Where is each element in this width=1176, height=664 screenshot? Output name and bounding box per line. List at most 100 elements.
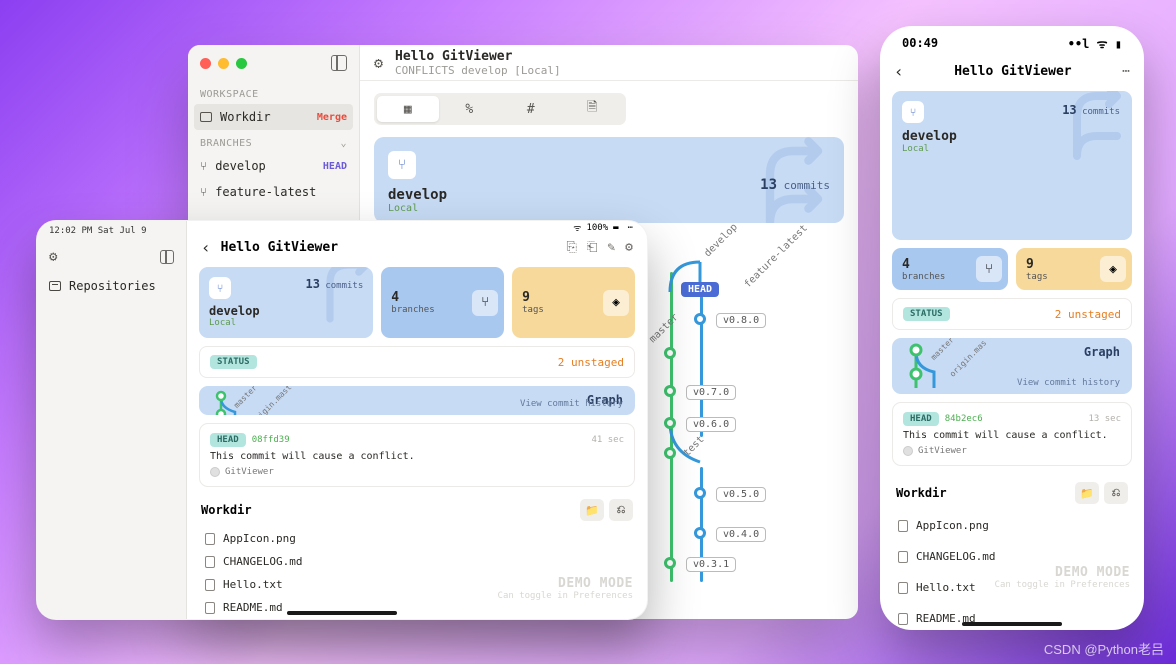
avatar-icon — [903, 446, 913, 456]
commit-message: This commit will cause a conflict. — [903, 430, 1121, 441]
tag[interactable]: v0.5.0 — [716, 487, 766, 502]
commit-card[interactable]: HEAD 84b2ec6 13 sec This commit will cau… — [892, 402, 1132, 466]
file-row[interactable]: README.md — [892, 607, 1132, 630]
graph-card[interactable]: master origin.mast Graph View commit his… — [199, 386, 635, 415]
sidebar-item-repositories[interactable]: Repositories — [37, 273, 186, 299]
file-icon — [898, 613, 908, 625]
sidebar-item-workdir[interactable]: Workdir Merge — [194, 104, 353, 130]
iphone-status-bar: 00:49 ••l ᯤ ▮ — [880, 26, 1144, 60]
status-pill: STATUS — [903, 307, 950, 321]
status-icons: ••l ᯤ ▮ — [1068, 35, 1122, 52]
develop-card[interactable]: ⑂ develop Local 13 commits — [892, 91, 1132, 240]
iphone-header: ‹ Hello GitViewer ⋯ — [880, 60, 1144, 91]
minimize-icon[interactable] — [218, 58, 229, 69]
more-icon[interactable]: ⋯ — [628, 223, 633, 233]
file-icon — [205, 556, 215, 568]
file-icon — [898, 520, 908, 532]
file-row[interactable]: AppIcon.png — [187, 527, 647, 550]
tag[interactable]: v0.6.0 — [686, 417, 736, 432]
app-subtitle: CONFLICTS develop [Local] — [395, 64, 561, 77]
branches-section[interactable]: BRANCHES ⌄ — [188, 130, 359, 153]
app-title: Hello GitViewer — [395, 49, 561, 64]
page-title: Hello GitViewer — [221, 240, 557, 255]
close-icon[interactable] — [200, 58, 211, 69]
gear-icon[interactable]: ⚙︎ — [625, 240, 633, 255]
diff-icon[interactable]: ⎌ — [1104, 482, 1128, 504]
folder-icon[interactable]: 📁 — [1075, 482, 1099, 504]
commit-author: GitViewer — [210, 467, 624, 477]
commit-count: 13 commits — [760, 177, 830, 193]
tag[interactable]: v0.3.1 — [686, 557, 736, 572]
graph-title: Graph — [1084, 345, 1120, 359]
tags-card[interactable]: 9 tags ◈ — [512, 267, 635, 338]
iphone-window: 00:49 ••l ᯤ ▮ ‹ Hello GitViewer ⋯ ⑂ deve… — [880, 26, 1144, 630]
commit-count: 13 commits — [305, 277, 363, 291]
toggle-sidebar-icon[interactable] — [160, 250, 174, 264]
gear-icon[interactable]: ⚙︎ — [374, 54, 383, 72]
branches-card[interactable]: 4 branches ⑂ — [892, 248, 1008, 290]
branch-icon: ⑂ — [209, 277, 231, 299]
workdir-label: Workdir — [220, 110, 271, 124]
file-icon — [205, 533, 215, 545]
sidebar-branch-feature[interactable]: ⑂ feature-latest — [188, 179, 359, 205]
seg-file[interactable]: 🗎 — [562, 96, 624, 122]
back-icon[interactable]: ‹ — [894, 62, 904, 81]
workdir-header: Workdir 📁 ⎌ — [892, 474, 1132, 506]
gear-icon[interactable]: ⚙︎ — [49, 249, 57, 265]
seg-percent[interactable]: % — [439, 96, 501, 122]
repositories-label: Repositories — [69, 279, 156, 293]
avatar-icon — [210, 467, 220, 477]
branches-label: BRANCHES — [200, 138, 252, 149]
head-pill: HEAD — [903, 412, 939, 426]
commit-count: 13 commits — [1062, 103, 1120, 117]
status-card[interactable]: STATUS 2 unstaged — [892, 298, 1132, 330]
tag[interactable]: v0.4.0 — [716, 527, 766, 542]
branch-icon: ⑂ — [902, 101, 924, 123]
toggle-sidebar-icon[interactable] — [331, 55, 347, 71]
branch-icon: ⑂ — [388, 151, 416, 179]
file-icon — [898, 582, 908, 594]
workspace-label: WORKSPACE — [188, 81, 359, 104]
tag[interactable]: v0.7.0 — [686, 385, 736, 400]
sidebar-branch-develop[interactable]: ⑂ develop HEAD — [188, 153, 359, 179]
tags-card[interactable]: 9 tags ◈ — [1016, 248, 1132, 290]
workdir-title: Workdir — [896, 486, 947, 500]
folder-icon[interactable]: 📁 — [580, 499, 604, 521]
diff-icon[interactable]: ⎌ — [609, 499, 633, 521]
head-pill: HEAD — [210, 433, 246, 447]
view-segment: ▦ % # 🗎 — [374, 93, 626, 125]
edit-icon[interactable]: ✎ — [607, 240, 615, 255]
branch-icon: ⑂ — [200, 159, 207, 173]
file-row[interactable]: CHANGELOG.md — [187, 550, 647, 573]
iphone-body: ⑂ develop Local 13 commits 4 branches ⑂ … — [880, 91, 1144, 630]
file-row[interactable]: AppIcon.png — [892, 514, 1132, 537]
back-icon[interactable]: ‹ — [201, 238, 211, 257]
branch-icon: ⑂ — [976, 256, 1002, 282]
repository-icon — [49, 281, 61, 291]
wifi-icon: ᯤ — [573, 221, 581, 234]
ipad-main: ᯤ 100% ▬ ⋯ ‹ Hello GitViewer ⎘ ⎗ ✎ ⚙︎ ⑂ … — [187, 221, 647, 619]
seg-hash[interactable]: # — [500, 96, 562, 122]
commit-card[interactable]: HEAD 08ffd39 41 sec This commit will cau… — [199, 423, 635, 487]
status-card[interactable]: STATUS 2 unstaged — [199, 346, 635, 378]
develop-card[interactable]: ⑂ develop Local 13 commits — [199, 267, 373, 338]
branch-icon: ⑂ — [200, 185, 207, 199]
file-icon — [205, 602, 215, 614]
unstaged-count: 2 unstaged — [1055, 308, 1121, 321]
watermark: CSDN @Python老吕 — [1044, 639, 1164, 658]
develop-card[interactable]: ⑂ develop Local 13 commits — [374, 137, 844, 223]
unstaged-count: 2 unstaged — [558, 356, 624, 369]
graph-subtitle: View commit history — [1017, 378, 1120, 388]
tag[interactable]: v0.8.0 — [716, 313, 766, 328]
inbox-icon[interactable]: ⎘ — [567, 240, 577, 255]
outbox-icon[interactable]: ⎗ — [587, 240, 597, 255]
zoom-icon[interactable] — [236, 58, 247, 69]
battery-icon: ▬ — [613, 223, 618, 233]
branches-card[interactable]: 4 branches ⑂ — [381, 267, 504, 338]
seg-grid[interactable]: ▦ — [377, 96, 439, 122]
mac-header: ⚙︎ Hello GitViewer CONFLICTS develop [Lo… — [360, 45, 858, 81]
chevron-down-icon: ⌄ — [340, 138, 347, 149]
tag-icon: ◈ — [603, 290, 629, 316]
graph-card[interactable]: master origin.mas Graph View commit hist… — [892, 338, 1132, 394]
more-icon[interactable]: ⋯ — [1122, 64, 1130, 79]
